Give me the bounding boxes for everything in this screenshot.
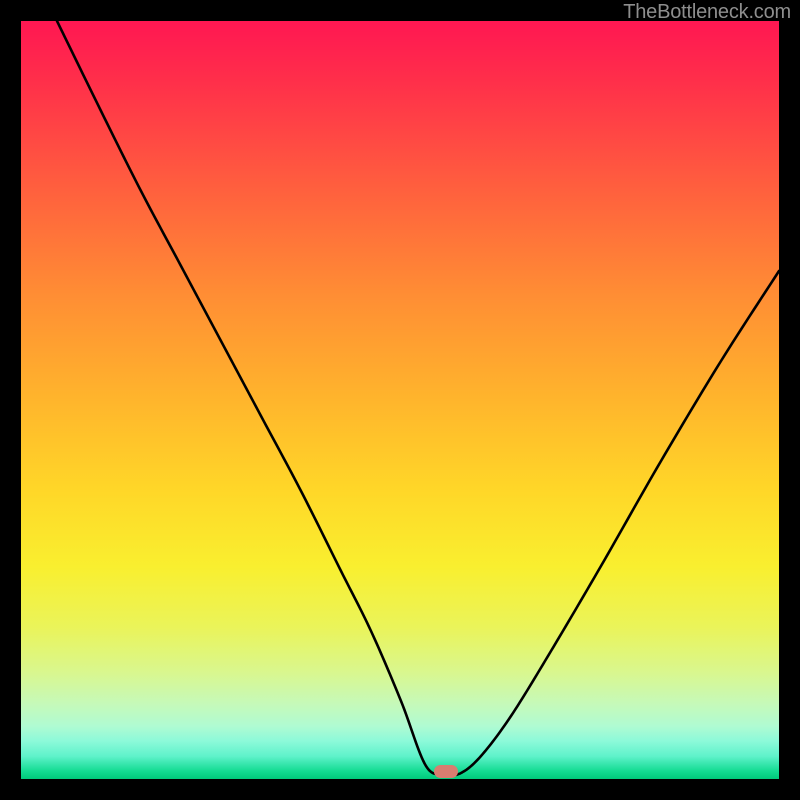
bottleneck-curve [21, 21, 779, 779]
plot-area [21, 21, 779, 779]
optimal-marker [434, 765, 458, 778]
